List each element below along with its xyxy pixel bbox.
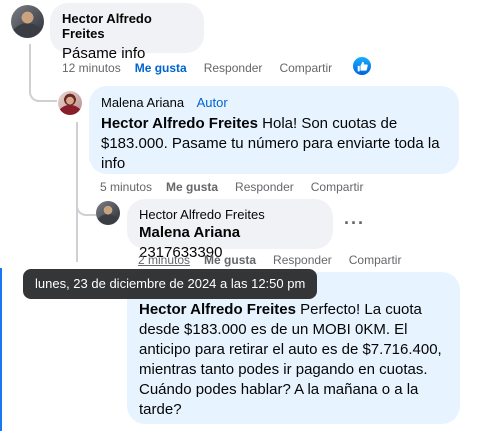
comment-bubble: Malena Ariana Autor Hector Alfredo Freit… [89, 86, 459, 174]
comment-text-body: Perfecto! La cuota desde $183.000 es de … [139, 301, 442, 418]
comment-bubble: Hector Alfredo Freites Pásame info [50, 3, 204, 62]
reply-button[interactable]: Responder [204, 61, 263, 75]
comment-bubble: Hector Alfredo Freites Malena Ariana 231… [127, 199, 333, 261]
share-button[interactable]: Compartir [349, 253, 402, 267]
comment-author[interactable]: Hector Alfredo Freites [139, 207, 321, 222]
comment-text: Hector Alfredo Freites Hola! Son cuotas … [101, 114, 447, 174]
thumbs-up-icon[interactable] [353, 57, 371, 75]
comment-time[interactable]: 2 minutos [138, 253, 190, 267]
share-button[interactable]: Compartir [279, 61, 332, 75]
like-button[interactable]: Me gusta [135, 61, 187, 75]
comment-actions: 2 minutos Me gusta Responder Compartir [138, 253, 418, 267]
thread-line [29, 44, 57, 102]
mention-link[interactable]: Malena Ariana [139, 224, 240, 241]
avatar[interactable] [11, 5, 44, 38]
author-badge: Autor [196, 95, 228, 110]
comment-text: Hector Alfredo Freites Perfecto! La cuot… [139, 300, 448, 420]
reply-button[interactable]: Responder [273, 253, 332, 267]
mention-link[interactable]: Hector Alfredo Freites [139, 301, 296, 318]
like-button[interactable]: Me gusta [204, 253, 256, 267]
reply-button[interactable]: Responder [235, 180, 294, 194]
thread-line [0, 268, 2, 431]
comment-actions: 5 minutos Me gusta Responder Compartir [100, 180, 380, 194]
comment-time[interactable]: 5 minutos [100, 180, 152, 194]
like-button[interactable]: Me gusta [166, 180, 218, 194]
comment-time[interactable]: 12 minutos [62, 61, 121, 75]
avatar[interactable] [58, 91, 82, 115]
comment-author[interactable]: Malena Ariana [101, 95, 184, 110]
more-options-icon[interactable]: ··· [344, 213, 365, 234]
comment-author[interactable]: Hector Alfredo Freites [62, 11, 192, 41]
share-button[interactable]: Compartir [311, 180, 364, 194]
comment-header: Malena Ariana Autor [101, 94, 447, 112]
comment-actions: 12 minutos Me gusta Responder Compartir [62, 61, 349, 75]
thread-line [76, 190, 96, 216]
avatar[interactable] [96, 201, 120, 225]
mention-link[interactable]: Hector Alfredo Freites [101, 115, 258, 132]
timestamp-tooltip: lunes, 23 de diciembre de 2024 a las 12:… [23, 269, 318, 299]
